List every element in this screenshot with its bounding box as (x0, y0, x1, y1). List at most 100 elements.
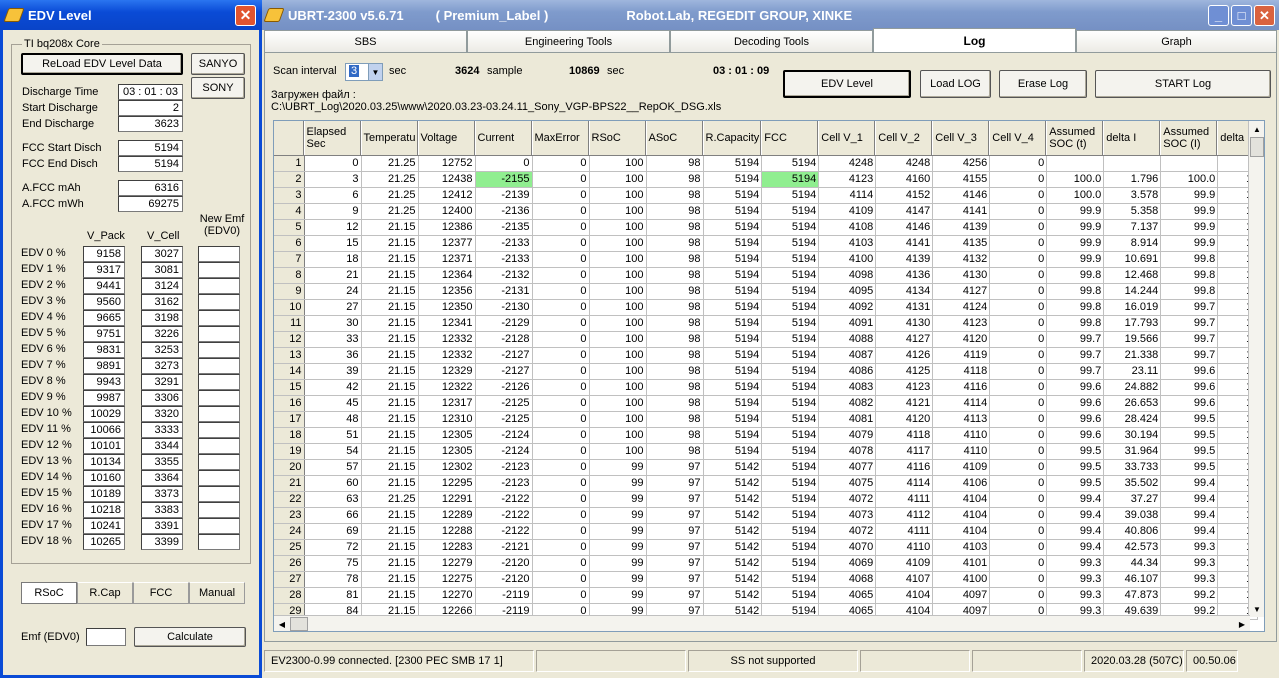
table-cell[interactable]: 4118 (932, 363, 991, 380)
new-emf-value[interactable] (198, 422, 240, 438)
new-emf-value[interactable] (198, 454, 240, 470)
table-row[interactable]: 8 21 21.15 12364 -2132 0 100 98 5194 5194 4098 4136… (274, 267, 1259, 284)
column-header[interactable]: Cell V_2 (875, 121, 934, 156)
table-cell[interactable]: 5194 (761, 219, 820, 236)
table-cell[interactable]: 69 (304, 523, 362, 540)
table-cell[interactable]: 24 (304, 283, 362, 300)
table-cell[interactable]: 12322 (418, 379, 476, 396)
table-cell[interactable]: 12305 (418, 443, 476, 460)
new-emf-value[interactable] (198, 438, 240, 454)
table-cell[interactable]: 17.793 (1103, 315, 1162, 332)
table-cell[interactable]: 39 (304, 363, 362, 380)
table-cell[interactable]: 5194 (703, 187, 763, 204)
table-cell[interactable]: 12275 (418, 571, 476, 588)
table-cell[interactable]: 21.25 (361, 187, 419, 204)
table-cell[interactable]: 5194 (761, 427, 820, 444)
table-cell[interactable]: -2124 (475, 427, 533, 444)
table-cell[interactable]: 5194 (703, 363, 763, 380)
table-cell[interactable]: 99.9 (1160, 219, 1219, 236)
table-cell[interactable]: 21.15 (361, 331, 419, 348)
new-emf-value[interactable] (198, 246, 240, 262)
table-cell[interactable]: 0 (989, 427, 1048, 444)
table-cell[interactable]: 0 (989, 475, 1048, 492)
table-cell[interactable]: 12291 (418, 491, 476, 508)
table-cell[interactable]: -2120 (475, 555, 533, 572)
table-cell[interactable]: 99.4 (1160, 523, 1219, 540)
row-number[interactable]: 3 (274, 187, 305, 204)
table-cell[interactable]: 0 (532, 187, 590, 204)
table-cell[interactable]: 0 (989, 587, 1048, 604)
table-cell[interactable] (1160, 155, 1219, 172)
table-cell[interactable]: -2122 (475, 507, 533, 524)
table-cell[interactable]: 0 (532, 395, 590, 412)
table-cell[interactable]: 4091 (818, 315, 877, 332)
table-cell[interactable]: 12317 (418, 395, 476, 412)
table-cell[interactable]: 5194 (761, 363, 820, 380)
table-cell[interactable]: 12 (304, 219, 362, 236)
table-cell[interactable]: -2129 (475, 315, 533, 332)
table-cell[interactable]: 30.194 (1103, 427, 1162, 444)
table-cell[interactable]: 5194 (703, 379, 763, 396)
table-cell[interactable]: 40.806 (1103, 523, 1162, 540)
table-cell[interactable]: 98 (646, 315, 704, 332)
table-cell[interactable]: 100 (589, 411, 647, 428)
table-cell[interactable]: 0 (989, 235, 1048, 252)
table-cell[interactable]: 5142 (703, 459, 763, 476)
table-row[interactable]: 10 27 21.15 12350 -2130 0 100 98 5194 5194 4092 413… (274, 299, 1259, 316)
table-cell[interactable]: 0 (532, 315, 590, 332)
table-cell[interactable]: 31.964 (1103, 443, 1162, 460)
table-cell[interactable]: 99.6 (1160, 379, 1219, 396)
table-cell[interactable]: 0 (532, 235, 590, 252)
table-cell[interactable]: 100 (589, 379, 647, 396)
row-number[interactable]: 16 (274, 395, 305, 412)
table-cell[interactable]: 100 (589, 283, 647, 300)
table-cell[interactable]: -2126 (475, 379, 533, 396)
table-cell[interactable]: 99.8 (1160, 251, 1219, 268)
table-cell[interactable]: 3 (304, 171, 362, 188)
table-cell[interactable]: 5142 (703, 571, 763, 588)
tab-engineering-tools[interactable]: Engineering Tools (467, 30, 670, 52)
table-cell[interactable]: 0 (532, 475, 590, 492)
table-cell[interactable]: 4113 (932, 411, 991, 428)
table-cell[interactable]: 99.9 (1046, 203, 1105, 220)
table-row[interactable]: 11 30 21.15 12341 -2129 0 100 98 5194 5194 4091 413… (274, 315, 1259, 332)
table-row[interactable]: 13 36 21.15 12332 -2127 0 100 98 5194 5194 4087 412… (274, 347, 1259, 364)
start-log-button[interactable]: START Log (1095, 70, 1271, 98)
table-cell[interactable]: 8.914 (1103, 235, 1162, 252)
table-cell[interactable]: 100 (589, 203, 647, 220)
new-emf-value[interactable] (198, 358, 240, 374)
table-cell[interactable]: 4123 (818, 171, 877, 188)
table-cell[interactable]: 4100 (818, 251, 877, 268)
calculate-button[interactable]: Calculate (134, 627, 246, 647)
table-cell[interactable]: 5194 (703, 443, 763, 460)
table-cell[interactable]: 5194 (703, 315, 763, 332)
table-cell[interactable]: 98 (646, 443, 704, 460)
new-emf-value[interactable] (198, 518, 240, 534)
table-cell[interactable]: 35.502 (1103, 475, 1162, 492)
row-number[interactable]: 6 (274, 235, 305, 252)
table-cell[interactable]: 4152 (875, 187, 934, 204)
table-cell[interactable]: 4141 (875, 235, 934, 252)
table-cell[interactable]: 4114 (818, 187, 877, 204)
table-cell[interactable]: 21.15 (361, 571, 419, 588)
table-cell[interactable]: 99.9 (1160, 203, 1219, 220)
table-cell[interactable]: 5194 (703, 283, 763, 300)
table-cell[interactable]: 98 (646, 267, 704, 284)
table-cell[interactable]: 12371 (418, 251, 476, 268)
table-cell[interactable]: 5142 (703, 475, 763, 492)
table-cell[interactable]: 4136 (875, 267, 934, 284)
table-row[interactable]: 28 81 21.15 12270 -2119 0 99 97 5142 5194 4065 4104… (274, 587, 1259, 604)
table-cell[interactable]: 99.7 (1046, 363, 1105, 380)
table-cell[interactable]: 60 (304, 475, 362, 492)
main-title-bar[interactable]: UBRT-2300 v5.6.71 ( Premium_Label ) Robo… (262, 0, 1279, 30)
table-cell[interactable]: 0 (532, 251, 590, 268)
table-cell[interactable]: 4131 (875, 299, 934, 316)
table-cell[interactable]: 100 (589, 219, 647, 236)
table-row[interactable]: 14 39 21.15 12329 -2127 0 100 98 5194 5194 4086 412… (274, 363, 1259, 380)
row-number[interactable]: 27 (274, 571, 305, 588)
table-cell[interactable]: 4141 (932, 203, 991, 220)
table-cell[interactable]: 4079 (818, 427, 877, 444)
table-cell[interactable]: 72 (304, 539, 362, 556)
table-cell[interactable]: 0 (989, 459, 1048, 476)
table-cell[interactable]: 5194 (703, 171, 763, 188)
